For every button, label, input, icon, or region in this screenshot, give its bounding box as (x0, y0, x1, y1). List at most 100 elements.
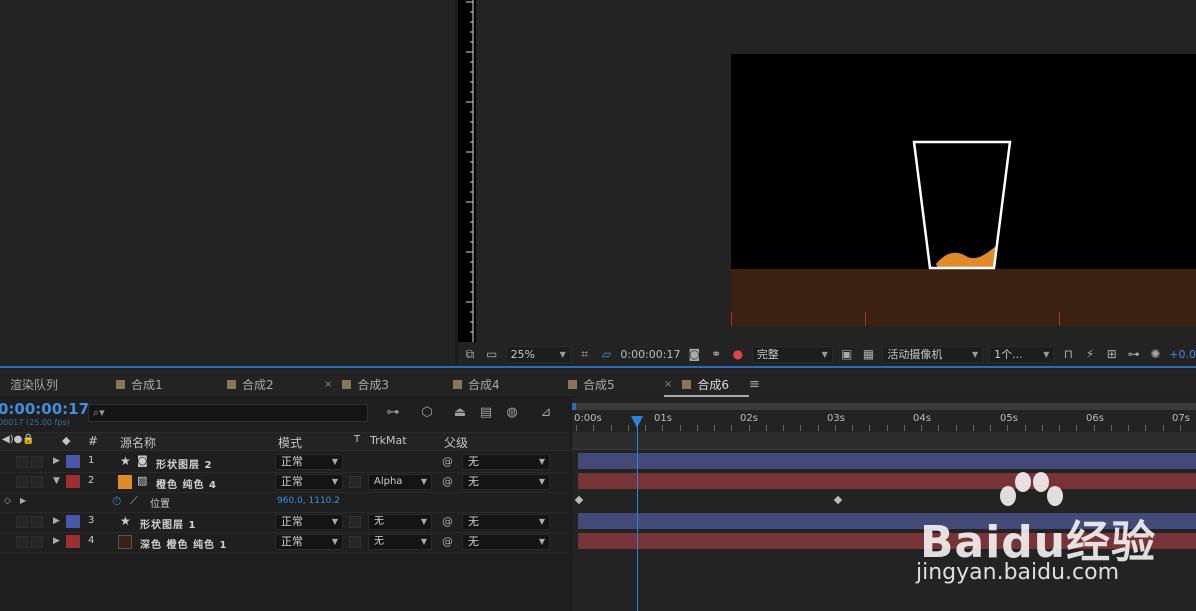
grid-guides-icon[interactable]: ⌗ (577, 346, 593, 362)
solo-toggle[interactable] (16, 536, 28, 548)
draft-3d-icon[interactable]: ⬡ (418, 405, 436, 421)
solo-toggle[interactable] (16, 456, 28, 468)
current-time-display[interactable]: 0:00:00:17 (0, 400, 89, 418)
close-icon[interactable]: × (324, 379, 332, 390)
lock-toggle[interactable] (31, 476, 43, 488)
layer-row-1[interactable]: ▶ 1 ★ ◙ 形状图层 2 正常 ▼ @ 无 ▼ (0, 452, 569, 473)
lock-toggle[interactable] (31, 536, 43, 548)
solo-toggle[interactable] (16, 516, 28, 528)
time-ruler[interactable]: 0:00s 01s 02s 03s 04s 05s 06s 07s (572, 411, 1196, 431)
navigator-handle[interactable] (572, 403, 576, 410)
close-icon[interactable]: × (664, 379, 672, 390)
lock-toggle[interactable] (31, 516, 43, 528)
col-t[interactable]: T (354, 434, 360, 445)
collapse-triangle-icon[interactable]: ▼ (53, 476, 60, 486)
reset-exposure-icon[interactable]: ✺ (1148, 346, 1164, 362)
parent-dropdown[interactable]: 无 ▼ (462, 474, 550, 490)
parent-pickwhip-icon[interactable]: @ (442, 475, 453, 488)
trkmat-dropdown[interactable]: 无 ▼ (368, 514, 432, 530)
layer-name[interactable]: 橙色 纯色 4 (156, 476, 217, 491)
monitor-icon[interactable]: ▭ (484, 346, 500, 362)
tab-comp4[interactable]: 合成4 (453, 373, 500, 395)
preserve-transparency-toggle[interactable] (349, 476, 361, 488)
playhead-icon[interactable] (631, 416, 643, 428)
property-value[interactable]: 960.0, 1110.2 (277, 496, 340, 506)
mode-dropdown[interactable]: 正常 ▼ (275, 514, 343, 530)
col-trkmat[interactable]: TrkMat (370, 434, 407, 447)
work-area-bar[interactable] (572, 432, 1196, 450)
parent-pickwhip-icon[interactable]: @ (442, 535, 453, 548)
parent-dropdown[interactable]: 无 ▼ (462, 454, 550, 470)
comp-mini-flowchart-icon[interactable]: ⊶ (384, 405, 402, 421)
motion-blur-icon[interactable]: ◍ (503, 405, 521, 421)
layer-row-4[interactable]: ▶ 4 深色 橙色 纯色 1 正常 ▼ 无 ▼ @ 无 ▼ (0, 532, 569, 553)
layer-row-3[interactable]: ▶ 3 ★ 形状图层 1 正常 ▼ 无 ▼ @ 无 ▼ (0, 512, 569, 533)
show-snapshot-icon[interactable]: ⚭ (708, 346, 724, 362)
preserve-transparency-toggle[interactable] (349, 516, 361, 528)
composition-viewer[interactable] (476, 0, 1196, 342)
time-navigator[interactable] (572, 403, 1196, 410)
solo-toggle[interactable] (16, 476, 28, 488)
frame-blending-icon[interactable]: ▤ (477, 405, 495, 421)
exposure-value[interactable]: +0.0 (1169, 348, 1196, 361)
tab-comp3[interactable]: × 合成3 (324, 373, 389, 395)
layer-row-2[interactable]: ▼ 2 ▨ 橙色 纯色 4 正常 ▼ Alpha ▼ @ 无 ▼ (0, 472, 569, 493)
shy-layers-icon[interactable]: ⏏ (451, 405, 469, 421)
camera-snapshot-icon[interactable]: ◙ (686, 346, 702, 362)
resolution-dropdown[interactable]: 完整 ▼ (751, 345, 833, 363)
viewer-timecode[interactable]: 0:00:00:17 (620, 348, 680, 361)
keyframe[interactable] (574, 495, 584, 505)
mode-dropdown[interactable]: 正常 ▼ (275, 454, 343, 470)
mode-dropdown[interactable]: 正常 ▼ (275, 474, 343, 490)
toggle-pixel-aspect-icon[interactable]: ⊓ (1060, 346, 1076, 362)
expand-triangle-icon[interactable]: ▶ (53, 536, 60, 546)
timeline-icon[interactable]: ⊞ (1104, 346, 1120, 362)
next-keyframe-icon[interactable]: ▶ (20, 496, 26, 505)
expand-triangle-icon[interactable]: ▶ (53, 516, 60, 526)
keyframe[interactable] (833, 495, 843, 505)
label-tag-icon[interactable]: ◆ (62, 434, 70, 447)
flowchart-icon[interactable]: ⊶ (1126, 346, 1142, 362)
fast-preview-icon[interactable]: ⚡ (1082, 346, 1098, 362)
tab-comp6[interactable]: × 合成6 (664, 373, 750, 397)
trkmat-dropdown[interactable]: 无 ▼ (368, 534, 432, 550)
tab-comp5[interactable]: 合成5 (568, 373, 615, 395)
region-of-interest-icon[interactable]: ▣ (839, 346, 855, 362)
label-color[interactable] (66, 515, 80, 528)
tab-render-queue[interactable]: 渲染队列 (10, 373, 58, 395)
col-source-name[interactable]: 源名称 (120, 434, 156, 451)
color-channels-icon[interactable]: ● (730, 346, 746, 362)
col-mode[interactable]: 模式 (278, 434, 302, 451)
layer-name[interactable]: 形状图层 2 (156, 456, 212, 471)
panel-menu-icon[interactable]: ≡ (749, 373, 760, 395)
parent-pickwhip-icon[interactable]: @ (442, 455, 453, 468)
preserve-transparency-toggle[interactable] (349, 536, 361, 548)
layer-name[interactable]: 形状图层 1 (140, 516, 196, 531)
expand-triangle-icon[interactable]: ▶ (53, 456, 60, 466)
transparency-grid-icon[interactable]: ▦ (861, 346, 877, 362)
camera-dropdown[interactable]: 活动摄像机 ▼ (882, 345, 984, 363)
always-preview-icon[interactable]: ⧉ (462, 346, 478, 362)
parent-dropdown[interactable]: 无 ▼ (462, 534, 550, 550)
mode-dropdown[interactable]: 正常 ▼ (275, 534, 343, 550)
mask-visibility-icon[interactable]: ▱ (599, 346, 615, 362)
zoom-dropdown[interactable]: 25% ▼ (505, 345, 571, 363)
lock-toggle[interactable] (31, 456, 43, 468)
layer-search-input[interactable]: ⌕▾ (88, 404, 368, 422)
parent-dropdown[interactable]: 无 ▼ (462, 514, 550, 530)
col-parent[interactable]: 父级 (444, 434, 468, 451)
keyframe-diamond-icon[interactable]: ◇ (4, 496, 11, 506)
label-color[interactable] (66, 455, 80, 468)
label-color[interactable] (66, 475, 80, 488)
views-dropdown[interactable]: 1个... ▼ (989, 345, 1055, 363)
label-color[interactable] (66, 535, 80, 548)
tab-comp2[interactable]: 合成2 (227, 373, 274, 395)
av-features-icon[interactable]: ◀)●🔒 (2, 434, 35, 445)
parent-pickwhip-icon[interactable]: @ (442, 515, 453, 528)
tab-comp1[interactable]: 合成1 (116, 373, 163, 395)
property-row-position[interactable]: ◇ ▶ ⏱ ⟋ 位置 960.0, 1110.2 (0, 492, 569, 513)
layer-bar-1[interactable] (578, 453, 1196, 469)
col-num[interactable]: # (88, 434, 98, 448)
comp-canvas[interactable] (731, 54, 1196, 326)
stopwatch-icon[interactable]: ⏱ (112, 494, 121, 509)
